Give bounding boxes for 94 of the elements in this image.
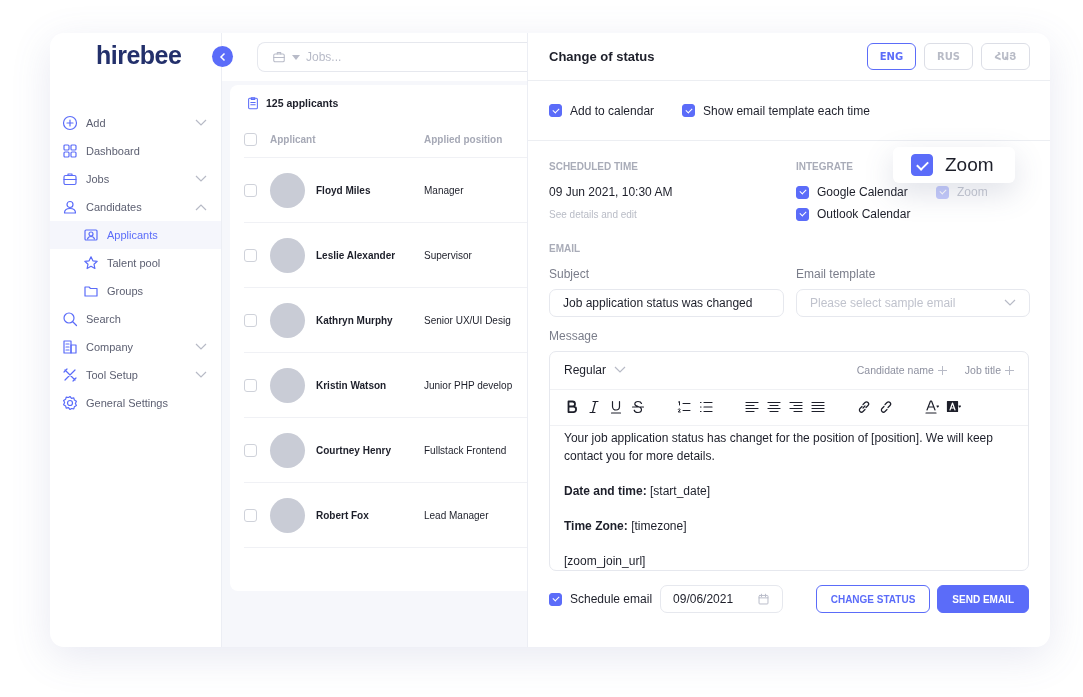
applicant-name: Kathryn Murphy [316,314,394,326]
zoom-option-popup[interactable]: Zoom [893,147,1015,183]
briefcase-icon [272,50,286,64]
date-field[interactable]: 09/06/2021 [660,585,784,613]
numbered-list-icon [676,399,692,416]
building-icon [62,339,78,355]
applied-position: Manager [424,184,465,196]
chevron-icon [195,343,207,351]
checkbox-label: Show email template each time [703,103,870,118]
scheduled-time: 09 Jun 2021, 10:30 AM [549,184,674,201]
section-heading: INTEGRATE [796,159,854,174]
applicant-name: Courtney Henry [316,444,392,456]
section-heading: SCHEDULED TIME [549,159,638,174]
message-text: Your job application status has changet for the position of [position]. We will keep contact you for more details. Date and time: [start_date] Time Zone: [timezone] [zoom_join_url] [563,430,994,570]
plus-circle-icon [62,115,78,131]
underline-icon [608,399,624,416]
sidebar-item[interactable]: Tool Setup [50,361,221,389]
applicant-name: Robert Fox [316,509,370,521]
caret-icon [292,54,300,60]
checkbox[interactable] [549,104,562,117]
checkbox[interactable] [549,592,562,606]
checkbox[interactable] [796,207,809,221]
chevron-icon [195,371,207,379]
column-header: Applied position [424,133,504,145]
gear-icon [62,395,78,411]
avatar-placeholder [270,237,305,273]
checkbox-label: Outlook Calendar [817,207,911,221]
checkbox[interactable] [911,154,933,176]
search-icon [62,311,78,327]
field-label: Subject [549,266,591,283]
avatar-placeholder [270,302,305,338]
applied-position: Junior PHP develop [424,379,514,391]
sidebar-item[interactable]: Search [50,305,221,333]
chevron-icon [195,203,207,211]
star-icon [83,255,99,271]
checkbox[interactable] [796,185,809,199]
plus-icon [1005,365,1014,375]
folder-icon [83,283,99,299]
text-color-icon [924,399,940,416]
clipboard-icon [246,96,260,110]
section-heading: EMAIL [549,241,581,256]
applicant-name: Kristin Watson [316,379,388,391]
subject-field[interactable]: Job application status was changed [549,289,784,317]
avatar-placeholder [270,432,305,468]
link-icon [856,399,872,416]
send-button[interactable]: SEND EMAIL [937,585,1029,613]
field-label: Email template [796,266,877,283]
applicant-count: 125 applicants [266,97,339,109]
avatar-placeholder [270,172,305,208]
unlink-icon [878,399,894,416]
sidebar-item[interactable]: Dashboard [50,137,221,165]
sidebar-item[interactable]: Add [50,109,221,137]
language-button[interactable]: ENG [867,43,916,70]
user-icon [62,199,78,215]
sidebar-item[interactable]: Company [50,333,221,361]
sidebar-subitem[interactable]: Talent pool [50,249,221,277]
applied-position: Fullstack Frontend [424,444,508,456]
field-label: Message [549,328,599,345]
applied-position: Senior UX/UI Desig [424,314,512,326]
calendar-icon [757,592,771,606]
panel-title: Change of status [549,49,656,64]
format-dropdown[interactable]: Regular [564,363,607,378]
sidebar-subitem[interactable]: Applicants [50,221,221,249]
plus-icon [937,365,947,375]
insert-token[interactable]: Job title [964,364,1014,377]
chevron-icon [195,175,207,183]
checkbox-label: Google Calendar [817,185,908,199]
chevron-icon [1004,299,1016,307]
sidebar-item[interactable]: General Settings [50,389,221,417]
chevron-icon [195,119,207,127]
sidebar-subitem[interactable]: Groups [50,277,221,305]
checkbox-label: Add to calendar [570,103,655,118]
sidebar-item[interactable]: Candidates [50,193,221,221]
chevron-icon [614,366,627,375]
sidebar-item[interactable]: Jobs [50,165,221,193]
applicant-name: Leslie Alexander [316,249,397,261]
chevron-left-icon [217,51,228,62]
applicant-name: Floyd Miles [316,184,372,196]
avatar-placeholder [270,367,305,403]
grid-icon [62,143,78,159]
applied-position: Lead Manager [424,509,490,521]
avatar-placeholder [270,497,305,533]
tools-icon [62,367,78,383]
column-header: Applicant [270,133,317,145]
logo: hirebee [95,41,183,71]
message-editor[interactable] [549,351,1029,571]
id-card-icon [83,227,99,243]
applied-position: Supervisor [424,249,473,261]
checkbox-label: Schedule email [570,592,653,606]
strikethrough-icon [630,399,646,416]
briefcase-icon [62,171,78,187]
status-button[interactable]: CHANGE STATUS [815,585,931,613]
checkbox[interactable] [682,104,696,117]
italic-icon [586,399,602,416]
